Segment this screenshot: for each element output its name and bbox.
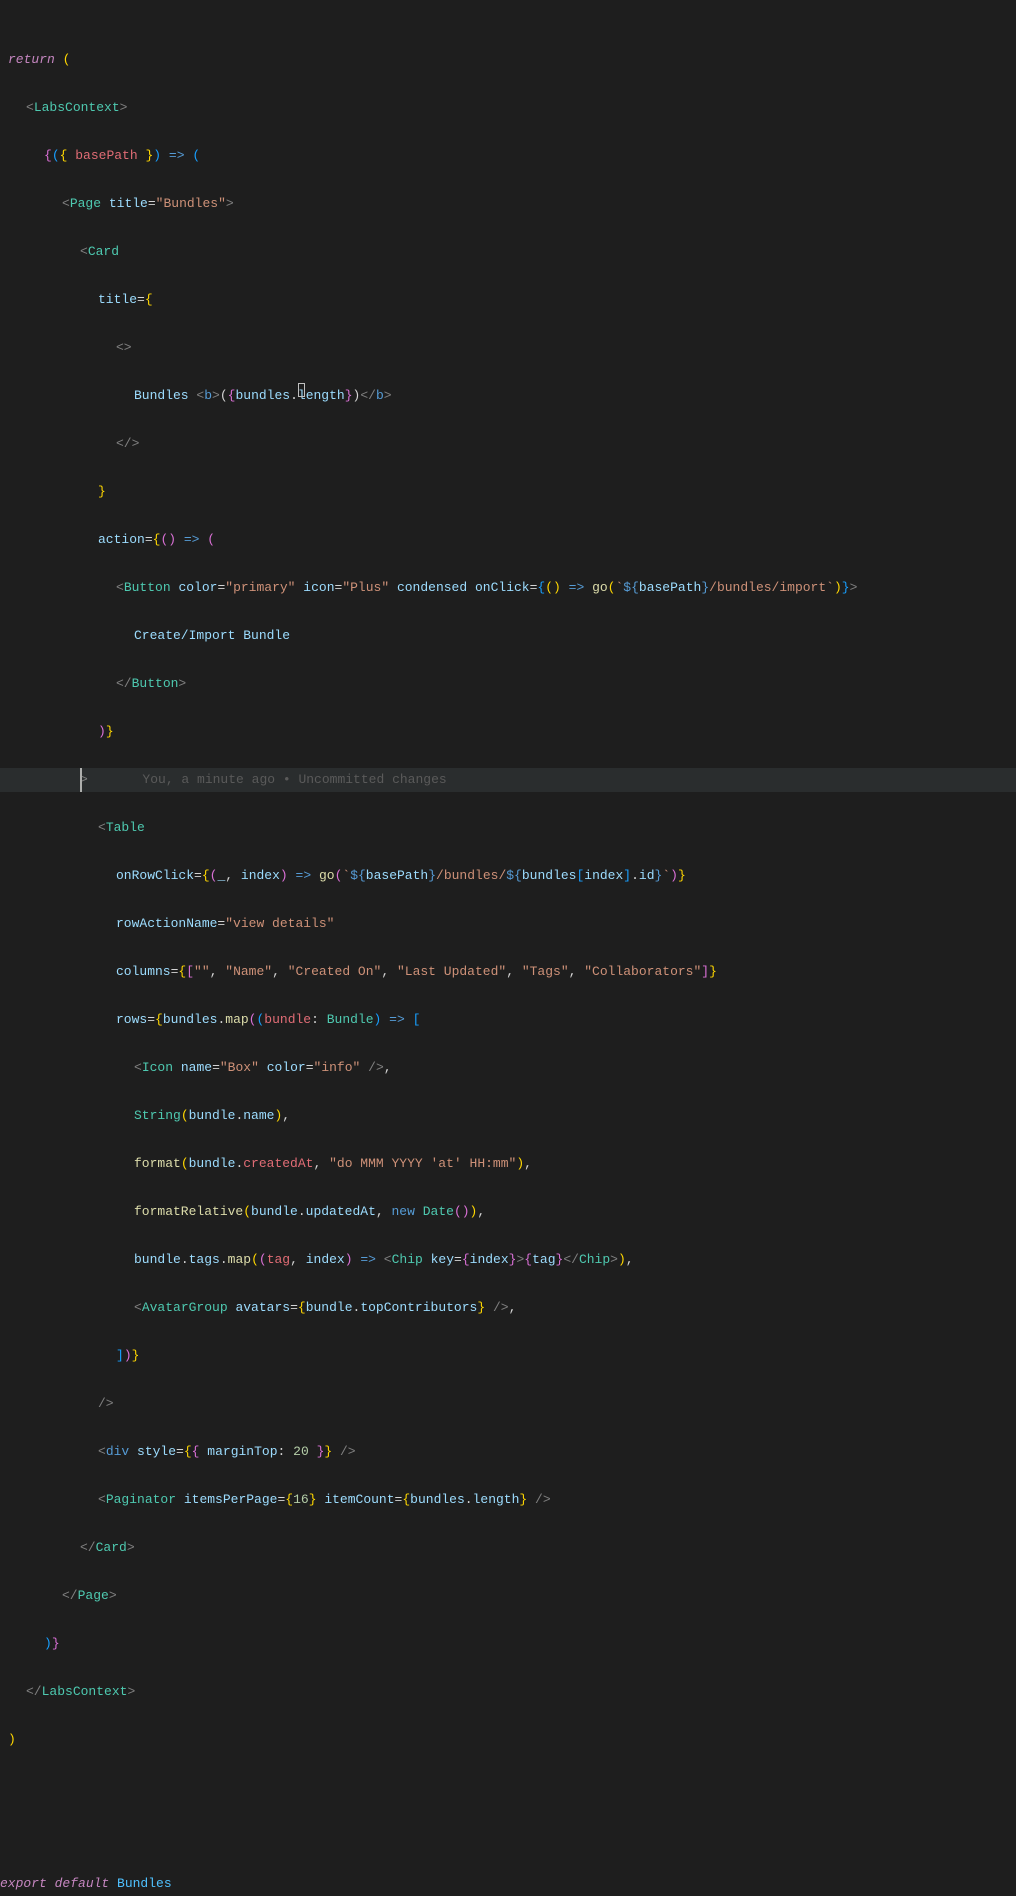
code-line[interactable]: formatRelative(bundle.updatedAt, new Dat… bbox=[0, 1200, 1016, 1224]
code-line[interactable]: <Button color="primary" icon="Plus" cond… bbox=[0, 576, 1016, 600]
code-line[interactable]: ])} bbox=[0, 1344, 1016, 1368]
code-line[interactable]: action={() => ( bbox=[0, 528, 1016, 552]
code-line[interactable]: <> bbox=[0, 336, 1016, 360]
code-line[interactable]: </Page> bbox=[0, 1584, 1016, 1608]
code-line[interactable]: } bbox=[0, 480, 1016, 504]
git-blame-annotation: You, a minute ago • Uncommitted changes bbox=[142, 772, 446, 787]
code-line[interactable]: <Paginator itemsPerPage={16} itemCount={… bbox=[0, 1488, 1016, 1512]
code-line[interactable]: <div style={{ marginTop: 20 }} /> bbox=[0, 1440, 1016, 1464]
blank-line[interactable] bbox=[0, 1776, 1016, 1800]
code-line[interactable]: <Page title="Bundles"> bbox=[0, 192, 1016, 216]
code-line[interactable]: )} bbox=[0, 1632, 1016, 1656]
code-line[interactable]: export default Bundles bbox=[0, 1872, 1016, 1896]
code-line[interactable]: onRowClick={(_, index) => go(`${basePath… bbox=[0, 864, 1016, 888]
code-line[interactable]: </LabsContext> bbox=[0, 1680, 1016, 1704]
code-line[interactable]: Bundles <b>({bundles.length})</b> bbox=[0, 384, 1016, 408]
code-line[interactable]: </Button> bbox=[0, 672, 1016, 696]
code-line[interactable]: )} bbox=[0, 720, 1016, 744]
blank-line[interactable] bbox=[0, 1824, 1016, 1848]
code-line[interactable]: <Icon name="Box" color="info" />, bbox=[0, 1056, 1016, 1080]
code-line[interactable]: Create/Import Bundle bbox=[0, 624, 1016, 648]
code-line[interactable]: {({ basePath }) => ( bbox=[0, 144, 1016, 168]
code-line[interactable]: columns={["", "Name", "Created On", "Las… bbox=[0, 960, 1016, 984]
code-line[interactable]: format(bundle.createdAt, "do MMM YYYY 'a… bbox=[0, 1152, 1016, 1176]
code-line[interactable]: <Card bbox=[0, 240, 1016, 264]
code-line[interactable]: <LabsContext> bbox=[0, 96, 1016, 120]
code-line[interactable]: </Card> bbox=[0, 1536, 1016, 1560]
keyword-return: return bbox=[8, 52, 55, 67]
code-editor[interactable]: return ( <LabsContext> {({ basePath }) =… bbox=[0, 0, 1016, 1896]
code-line[interactable]: rowActionName="view details" bbox=[0, 912, 1016, 936]
code-line[interactable]: </> bbox=[0, 432, 1016, 456]
code-line[interactable]: <AvatarGroup avatars={bundle.topContribu… bbox=[0, 1296, 1016, 1320]
current-line[interactable]: > You, a minute ago • Uncommitted change… bbox=[0, 768, 1016, 792]
code-line[interactable]: String(bundle.name), bbox=[0, 1104, 1016, 1128]
code-line[interactable]: <Table bbox=[0, 816, 1016, 840]
code-line[interactable]: rows={bundles.map((bundle: Bundle) => [ bbox=[0, 1008, 1016, 1032]
code-line[interactable]: ) bbox=[0, 1728, 1016, 1752]
code-line[interactable]: title={ bbox=[0, 288, 1016, 312]
code-line[interactable]: bundle.tags.map((tag, index) => <Chip ke… bbox=[0, 1248, 1016, 1272]
code-line[interactable]: return ( bbox=[0, 48, 1016, 72]
code-line[interactable]: /> bbox=[0, 1392, 1016, 1416]
